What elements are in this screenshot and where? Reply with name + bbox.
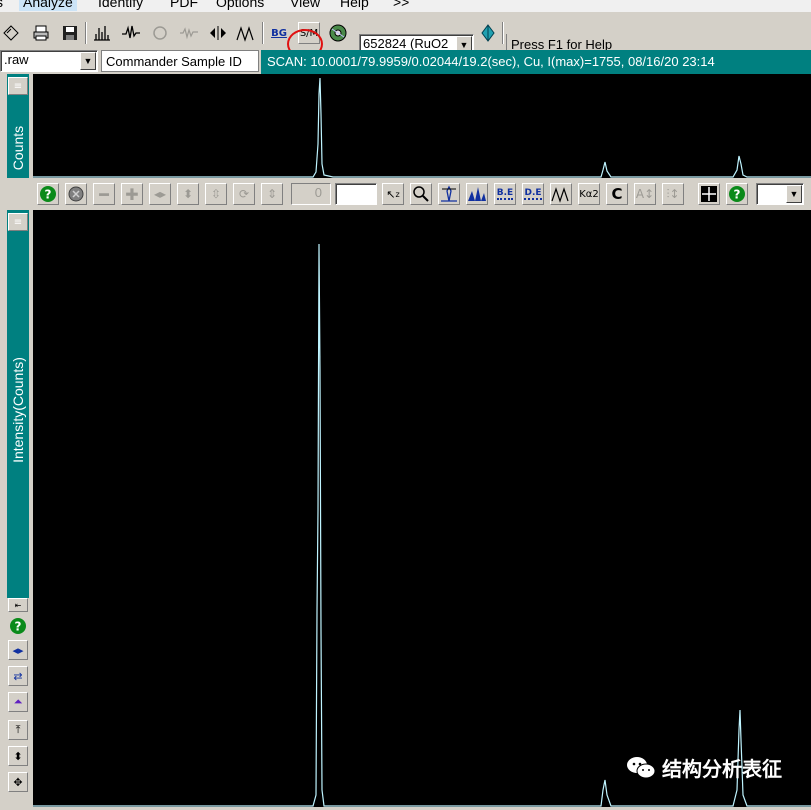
- main-plot-trace: [33, 243, 811, 807]
- pdf-card-value: 652824 (RuO2: [363, 36, 449, 51]
- zoom-in-icon[interactable]: ✚: [121, 183, 143, 205]
- ka2-label: Kα2: [579, 188, 599, 200]
- svg-text:?: ?: [45, 188, 52, 202]
- scale-up-icon[interactable]: ⏶: [8, 692, 28, 712]
- menu-item-help[interactable]: Help: [340, 0, 369, 11]
- scale-up-icon[interactable]: A↕: [634, 183, 656, 205]
- move-top-icon[interactable]: ⤒: [8, 720, 28, 740]
- de-button[interactable]: D.E: [522, 183, 544, 205]
- top-plot-axis-bar: ≡ Counts: [7, 74, 29, 178]
- menu-item-view[interactable]: View: [290, 0, 320, 11]
- grid-icon[interactable]: [698, 183, 720, 205]
- search-icon[interactable]: [410, 183, 432, 205]
- smooth-trace-icon[interactable]: [178, 22, 200, 44]
- zoom-out-icon[interactable]: ━: [93, 183, 115, 205]
- compress-horizontal-icon[interactable]: ⇄: [8, 666, 28, 686]
- peak-shape-icon[interactable]: [235, 22, 257, 44]
- shift-y-icon[interactable]: ⇳: [205, 183, 227, 205]
- open-icon[interactable]: [0, 22, 22, 44]
- ka2-button[interactable]: Kα2: [578, 183, 600, 205]
- menu-item-identify[interactable]: Identify: [98, 0, 143, 11]
- menu-item-more[interactable]: >>: [393, 0, 409, 11]
- top-plot-ylabel: Counts: [10, 125, 26, 171]
- expand-y-icon[interactable]: ⬍: [177, 183, 199, 205]
- profile-fill-icon[interactable]: [466, 183, 488, 205]
- help-icon[interactable]: ?: [37, 183, 59, 205]
- file-select-value: .raw: [4, 52, 29, 67]
- expand-both-icon[interactable]: ✥: [8, 772, 28, 792]
- watermark: 结构分析表征: [626, 753, 782, 782]
- expand-horizontal-icon[interactable]: ◂▸: [8, 640, 28, 660]
- save-icon[interactable]: [59, 22, 81, 44]
- main-plot-axis-bar: ≡ Intensity(Counts): [7, 210, 29, 598]
- top-plot: [33, 74, 811, 178]
- crystal-icon[interactable]: [477, 22, 499, 44]
- menu-item-analyze[interactable]: Analyze: [19, 0, 77, 11]
- side-tool-column: ⇤ ? ◂▸ ⇄ ⏶ ⤒ ⬍ ✥: [7, 598, 29, 807]
- chevron-down-icon[interactable]: ▼: [786, 185, 802, 203]
- menu-item-options[interactable]: Options: [216, 0, 264, 11]
- expand-x-icon[interactable]: ◂▸: [149, 183, 171, 205]
- main-plot-ylabel: Intensity(Counts): [10, 357, 26, 463]
- stop-icon[interactable]: [65, 183, 87, 205]
- help-icon[interactable]: ?: [8, 616, 28, 636]
- main-plot-trace-svg: [33, 243, 811, 807]
- peak-bars-icon[interactable]: [91, 22, 113, 44]
- chat-bubble-icon: [627, 756, 656, 778]
- c-button[interactable]: C: [606, 183, 628, 205]
- scale-small-icon[interactable]: ⇤: [8, 598, 28, 612]
- main-plot: 结构分析表征: [33, 210, 811, 807]
- plot-toolbar: ? ━ ✚ ◂▸ ⬍ ⇳ ⟳ ⇕ 0 ↖ z B.E D.E Kα2 C A↕ ⫶…: [33, 178, 811, 210]
- scroll-y-icon[interactable]: ⇕: [261, 183, 283, 205]
- scan-info-bar: SCAN: 10.0001/79.9959/0.02044/19.2(sec),…: [261, 50, 811, 74]
- help-icon[interactable]: ?: [726, 183, 748, 205]
- scan-trace-icon[interactable]: [120, 22, 142, 44]
- print-icon[interactable]: [30, 22, 52, 44]
- top-plot-trace-svg: [33, 77, 811, 178]
- watermark-text: 结构分析表征: [662, 757, 782, 781]
- option-select[interactable]: ▼: [756, 183, 804, 205]
- file-select[interactable]: .raw ▼: [0, 50, 98, 72]
- main-toolbar: BG S/M 652824 (RuO2 ▼ Press F1 for Help: [0, 12, 811, 59]
- scale-menu-button[interactable]: ≡: [8, 213, 28, 231]
- value-input[interactable]: [335, 183, 377, 205]
- chevron-down-icon[interactable]: ▼: [80, 52, 96, 70]
- bg-label: BG: [271, 27, 287, 39]
- pdf-disc-icon[interactable]: [327, 22, 349, 44]
- refresh-icon[interactable]: [149, 22, 171, 44]
- be-label: B.E: [496, 188, 514, 200]
- peak-shape-icon[interactable]: [550, 183, 572, 205]
- step-counter[interactable]: 0: [291, 183, 331, 205]
- scale-menu-button[interactable]: ≡: [8, 77, 28, 95]
- zoom-cursor-icon[interactable]: ↖ z: [382, 183, 404, 205]
- menu-bar: s Analyze Identify PDF Options View Help…: [0, 0, 811, 12]
- expand-horizontal-icon[interactable]: [207, 22, 229, 44]
- toolbar-separator: [502, 22, 504, 44]
- c-label: C: [611, 185, 623, 203]
- sample-id-field[interactable]: Commander Sample ID: [101, 50, 259, 72]
- menu-item-tools[interactable]: s: [0, 0, 3, 11]
- be-button[interactable]: B.E: [494, 183, 516, 205]
- top-plot-trace: [33, 77, 811, 178]
- menu-item-pdf[interactable]: PDF: [170, 0, 198, 11]
- expand-vertical-icon[interactable]: ⬍: [8, 746, 28, 766]
- svg-text:?: ?: [15, 620, 22, 634]
- refresh-icon[interactable]: ⟳: [233, 183, 255, 205]
- peak-fit-icon[interactable]: [438, 183, 460, 205]
- scale-bars-icon[interactable]: ⫶↕: [662, 183, 684, 205]
- svg-text:?: ?: [734, 188, 741, 202]
- toolbar-separator: [262, 22, 264, 44]
- de-label: D.E: [524, 188, 542, 200]
- toolbar-separator: [85, 22, 87, 44]
